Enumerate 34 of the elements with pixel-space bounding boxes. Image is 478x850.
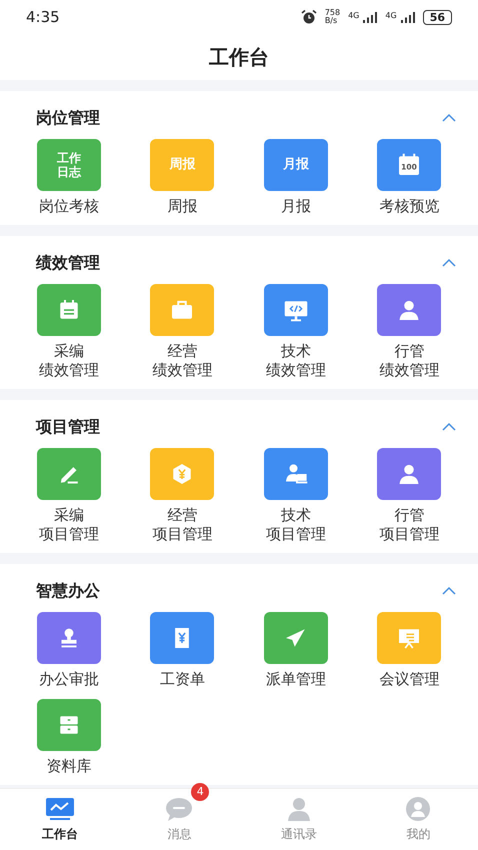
tab-item[interactable]: 工作台 (42, 789, 78, 850)
network-label: 4G (385, 12, 397, 20)
unread-count: 4 (191, 783, 210, 801)
app-shortcut[interactable]: 行管 项目管理 (352, 448, 466, 544)
app-shortcut[interactable]: 技术 项目管理 (239, 448, 352, 544)
app-shortcut[interactable]: 工作日志 岗位考核 (12, 139, 126, 216)
section-title: 绩效管理 (36, 252, 100, 274)
report-icon: 周报 (150, 139, 214, 191)
app-shortcut[interactable]: 周报 周报 (126, 139, 239, 216)
app-shortcut[interactable]: 经营 项目管理 (126, 448, 239, 544)
app-shortcut[interactable]: 技术 绩效管理 (239, 284, 352, 380)
app-shortcut[interactable]: 采编 项目管理 (12, 448, 126, 544)
app-shortcut[interactable]: 办公审批 (12, 612, 126, 689)
speed-value: 758 (324, 9, 340, 17)
clock-time: 4:35 (26, 6, 60, 28)
app-shortcut[interactable]: 会议管理 (352, 612, 466, 689)
report-icon: 月报 (264, 139, 328, 191)
tab-item[interactable]: 通讯录 (280, 789, 317, 850)
network-label: 4G (348, 12, 360, 20)
app-shortcut[interactable]: 月报 月报 (239, 139, 352, 216)
page-title: 工作台 (209, 44, 269, 71)
section-title: 岗位管理 (36, 107, 100, 129)
app-shortcut[interactable]: 经营 绩效管理 (126, 284, 239, 380)
tab-item[interactable]: 我的 (402, 789, 434, 850)
battery-level: 56 (422, 10, 452, 24)
app-shortcut[interactable]: 工资单 (126, 612, 239, 689)
app-shortcut[interactable]: 派单管理 (239, 612, 352, 689)
report-icon: 工作日志 (36, 139, 101, 191)
speed-unit: B/s (324, 17, 338, 25)
section-title: 智慧办公 (36, 580, 100, 602)
app-shortcut[interactable]: 采编 绩效管理 (12, 284, 126, 380)
section-title: 项目管理 (36, 416, 100, 438)
app-shortcut[interactable]: 资料库 (12, 699, 126, 776)
app-shortcut[interactable]: 行管 绩效管理 (352, 284, 466, 380)
